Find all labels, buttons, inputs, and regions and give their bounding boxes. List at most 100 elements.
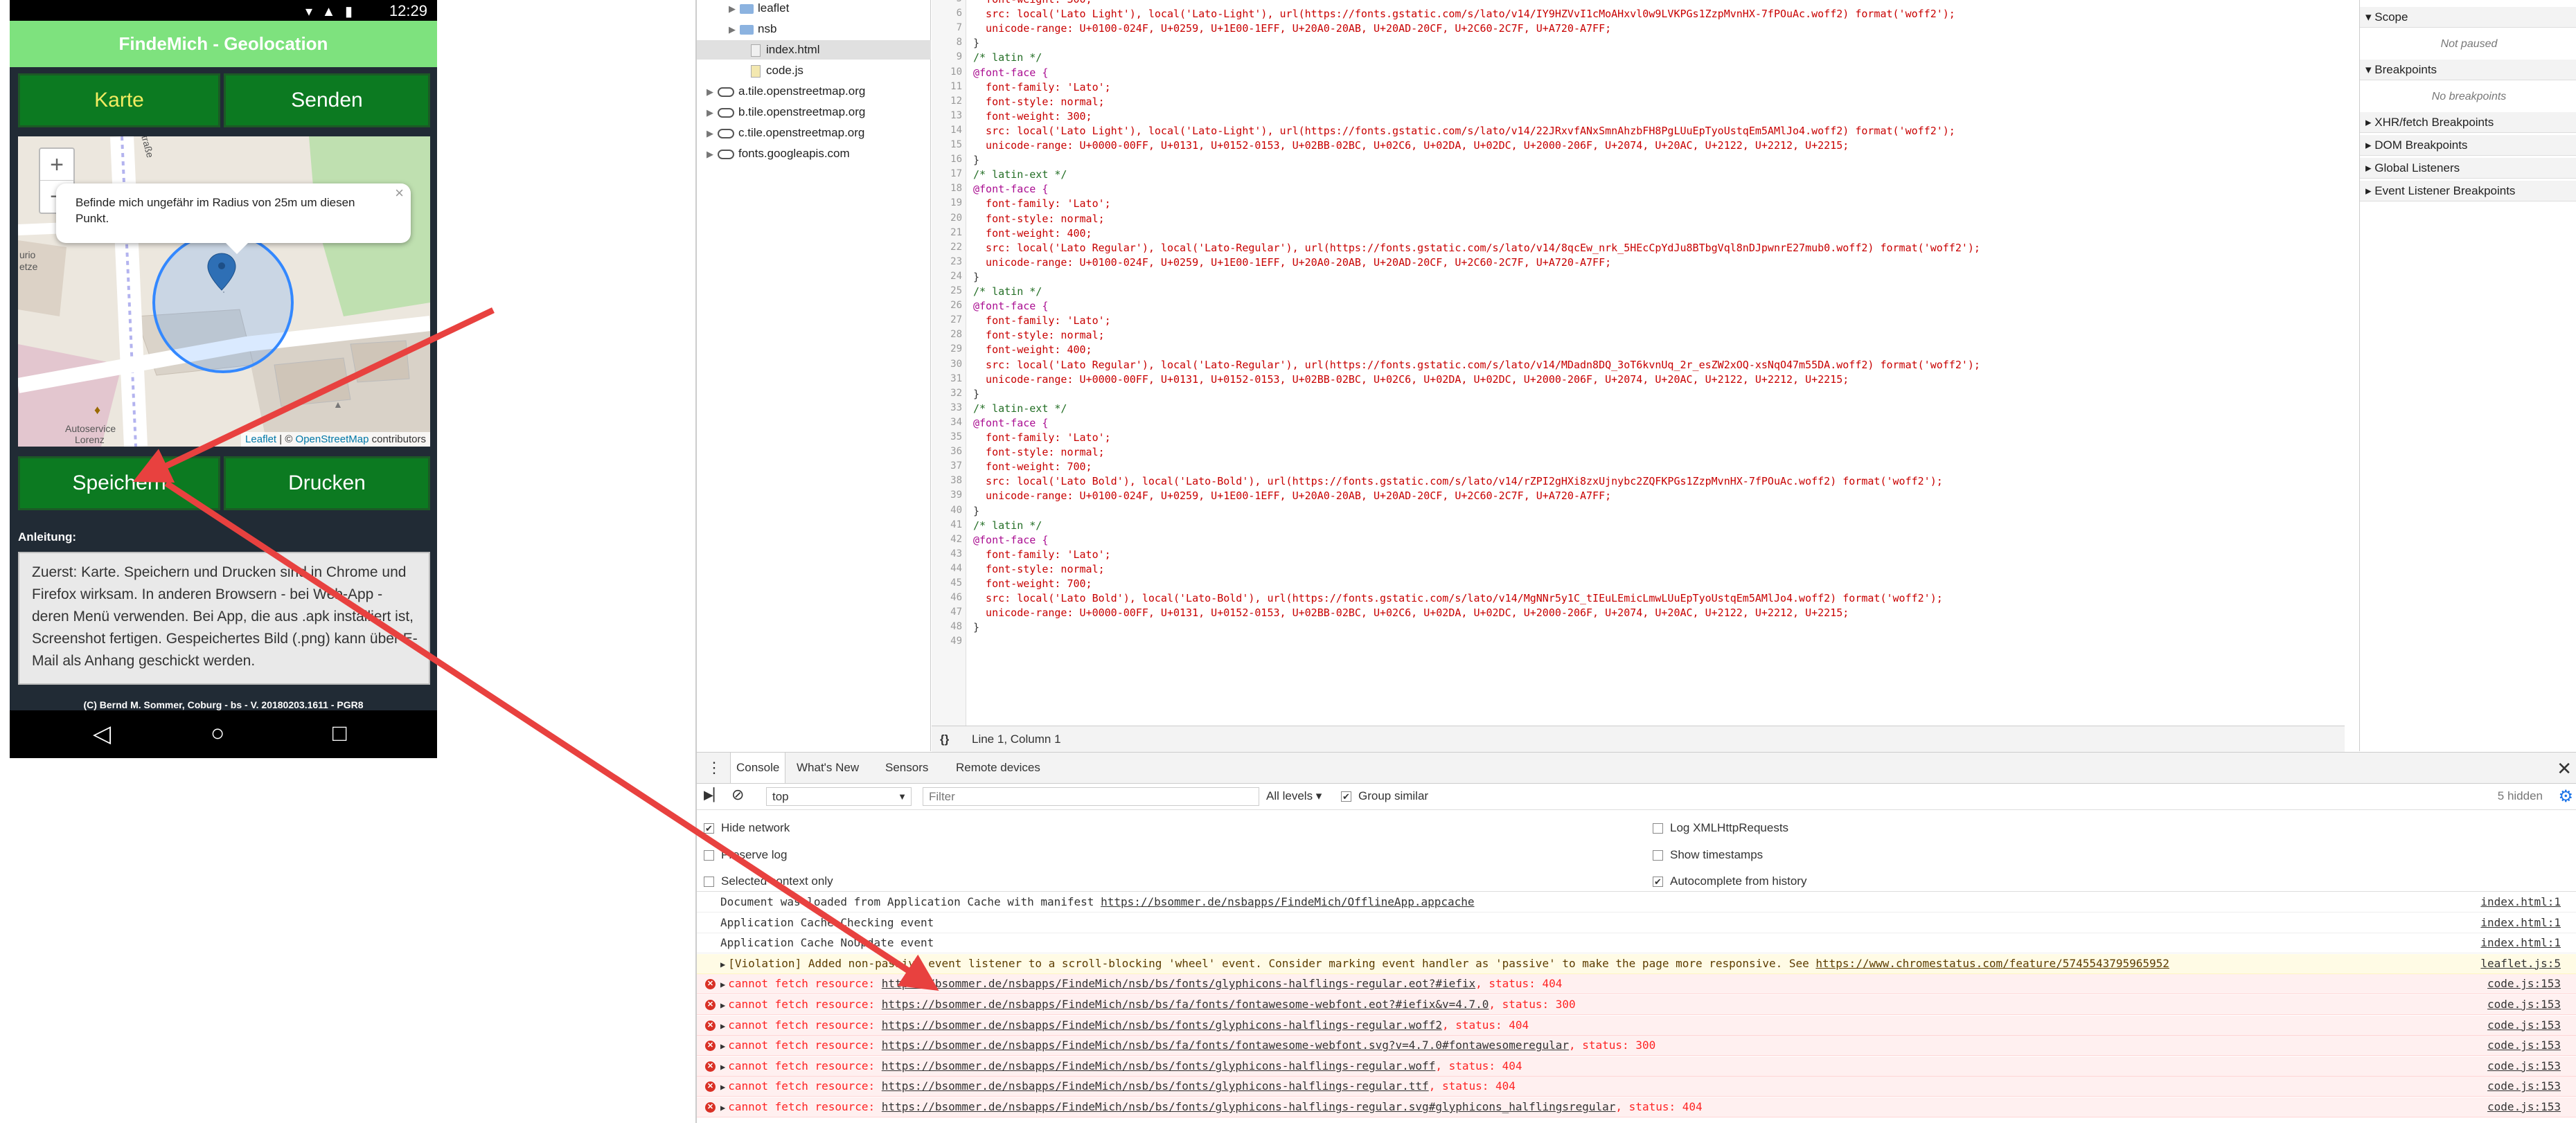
console-message[interactable]: Document was loaded from Application Cac… xyxy=(697,892,2576,913)
nav-back-icon[interactable]: ◁ xyxy=(93,720,111,748)
line-number[interactable]: 23 xyxy=(932,256,962,267)
karte-button[interactable]: Karte xyxy=(18,73,220,127)
line-number[interactable]: 14 xyxy=(932,125,962,136)
scope-header[interactable]: ▾ Scope xyxy=(2360,7,2576,28)
line-number[interactable]: 43 xyxy=(932,548,962,559)
expand-triangle-icon[interactable]: ▶ xyxy=(720,1021,725,1031)
message-source-link[interactable]: code.js:153 xyxy=(2487,1057,2561,1076)
line-number[interactable]: 30 xyxy=(932,359,962,370)
context-select[interactable]: top ▼ xyxy=(766,787,912,806)
map-view[interactable]: ♦ ▲ + − Straße urio etze Autoservice Lor… xyxy=(18,136,430,447)
checkbox-checked-icon[interactable]: ✔ xyxy=(1653,877,1663,888)
console-message[interactable]: ✕ ▶ cannot fetch resource: https://bsommer… xyxy=(697,1097,2576,1117)
expand-triangle-icon[interactable]: ▶ xyxy=(720,1062,725,1072)
line-number[interactable]: 22 xyxy=(932,242,962,253)
console-message[interactable]: ✕ ▶ cannot fetch resource: https://bsommer… xyxy=(697,1015,2576,1036)
checkbox-icon[interactable] xyxy=(1653,850,1663,861)
file-tree-item[interactable]: ▶ a.tile.openstreetmap.org xyxy=(697,82,931,101)
line-number[interactable]: 10 xyxy=(932,66,962,78)
drucken-button[interactable]: Drucken xyxy=(224,456,430,510)
console-message[interactable]: ✕ ▶ cannot fetch resource: https://bsommer… xyxy=(697,1077,2576,1097)
expand-triangle-icon[interactable]: ▶ xyxy=(707,82,718,102)
line-number[interactable]: 24 xyxy=(932,271,962,282)
line-number[interactable]: 49 xyxy=(932,636,962,647)
line-number[interactable]: 34 xyxy=(932,417,962,428)
expand-triangle-icon[interactable]: ▶ xyxy=(720,1041,725,1051)
tab-sensors[interactable]: Sensors xyxy=(880,753,934,783)
message-link[interactable]: https://bsommer.de/nsbapps/FindeMich/nsb… xyxy=(882,977,1475,990)
log-xhr-option[interactable]: Log XMLHttpRequests xyxy=(1653,818,1788,838)
tab-console[interactable]: Console xyxy=(730,753,786,783)
expand-triangle-icon[interactable]: ▶ xyxy=(720,960,725,969)
message-source-link[interactable]: index.html:1 xyxy=(2480,933,2561,953)
file-tree-item[interactable]: ▶ leaflet xyxy=(697,0,931,18)
message-source-link[interactable]: code.js:153 xyxy=(2487,1036,2561,1055)
expand-triangle-icon[interactable]: ▶ xyxy=(729,0,740,19)
sidebar-toggle-icon[interactable]: ▶▏ xyxy=(704,788,723,802)
line-number[interactable]: 33 xyxy=(932,402,962,413)
preserve-log-option[interactable]: Preserve log xyxy=(704,845,787,865)
console-message[interactable]: ✕ ▶ cannot fetch resource: https://bsommer… xyxy=(697,1036,2576,1057)
line-number[interactable]: 9 xyxy=(932,51,962,62)
line-number[interactable]: 27 xyxy=(932,314,962,325)
line-number[interactable]: 36 xyxy=(932,446,962,457)
gear-icon[interactable]: ⚙ xyxy=(2558,787,2573,807)
line-number[interactable]: 44 xyxy=(932,563,962,574)
console-message[interactable]: ✕ ▶ cannot fetch resource: https://bsommer… xyxy=(697,995,2576,1015)
console-message[interactable]: ✕ ▶ cannot fetch resource: https://bsommer… xyxy=(697,1056,2576,1077)
message-link[interactable]: https://bsommer.de/nsbapps/FindeMich/nsb… xyxy=(882,1100,1616,1113)
checkbox-icon[interactable] xyxy=(1653,823,1663,834)
line-number[interactable]: 17 xyxy=(932,168,962,179)
zoom-in-button[interactable]: + xyxy=(40,149,73,181)
line-number[interactable]: 40 xyxy=(932,505,962,516)
tab-whats-new[interactable]: What's New xyxy=(791,753,864,783)
message-link[interactable]: https://bsommer.de/nsbapps/FindeMich/Off… xyxy=(1101,895,1474,908)
event-breakpoints-header[interactable]: ▸ Event Listener Breakpoints xyxy=(2360,181,2576,201)
selected-context-option[interactable]: Selected context only xyxy=(704,872,833,891)
expand-triangle-icon[interactable]: ▶ xyxy=(720,1082,725,1092)
checkbox-icon[interactable] xyxy=(704,877,714,888)
message-source-link[interactable]: code.js:153 xyxy=(2487,995,2561,1014)
message-source-link[interactable]: index.html:1 xyxy=(2480,892,2561,912)
line-number[interactable]: 26 xyxy=(932,300,962,311)
senden-button[interactable]: Senden xyxy=(224,73,430,127)
line-number[interactable]: 46 xyxy=(932,592,962,603)
pretty-print-icon[interactable]: {} xyxy=(940,726,949,753)
line-number[interactable]: 11 xyxy=(932,81,962,92)
message-source-link[interactable]: code.js:153 xyxy=(2487,1097,2561,1117)
message-link[interactable]: https://bsommer.de/nsbapps/FindeMich/nsb… xyxy=(882,1018,1442,1032)
line-number[interactable]: 45 xyxy=(932,577,962,589)
global-listeners-header[interactable]: ▸ Global Listeners xyxy=(2360,158,2576,179)
line-number[interactable]: 12 xyxy=(932,96,962,107)
show-timestamps-option[interactable]: Show timestamps xyxy=(1653,845,1763,865)
line-number[interactable]: 42 xyxy=(932,534,962,545)
line-number[interactable]: 8 xyxy=(932,37,962,48)
checkbox-icon[interactable] xyxy=(704,850,714,861)
line-number[interactable]: 39 xyxy=(932,489,962,501)
expand-triangle-icon[interactable]: ▶ xyxy=(720,1103,725,1113)
line-number[interactable]: 38 xyxy=(932,475,962,486)
message-link[interactable]: https://bsommer.de/nsbapps/FindeMich/nsb… xyxy=(882,1079,1429,1093)
line-number[interactable]: 37 xyxy=(932,460,962,471)
line-number[interactable]: 47 xyxy=(932,607,962,618)
line-number[interactable]: 20 xyxy=(932,213,962,224)
console-message[interactable]: ▶ [Violation] Added non-passive event lis… xyxy=(697,953,2576,974)
line-number[interactable]: 32 xyxy=(932,388,962,399)
file-tree-item[interactable]: ▶ fonts.googleapis.com xyxy=(697,144,931,163)
tab-remote-devices[interactable]: Remote devices xyxy=(950,753,1046,783)
xhr-breakpoints-header[interactable]: ▸ XHR/fetch Breakpoints xyxy=(2360,112,2576,133)
expand-triangle-icon[interactable]: ▶ xyxy=(707,103,718,123)
line-number[interactable]: 6 xyxy=(932,8,962,19)
line-number[interactable]: 25 xyxy=(932,285,962,296)
autocomplete-option[interactable]: ✔ Autocomplete from history xyxy=(1653,872,1806,891)
expand-triangle-icon[interactable]: ▶ xyxy=(729,20,740,39)
line-number[interactable]: 21 xyxy=(932,227,962,238)
filter-input[interactable] xyxy=(923,787,1259,806)
console-message[interactable]: ✕ ▶ cannot fetch resource: https://bsommer… xyxy=(697,974,2576,995)
nav-home-icon[interactable]: ○ xyxy=(211,720,225,747)
checkbox-checked-icon[interactable]: ✔ xyxy=(704,823,714,834)
dom-breakpoints-header[interactable]: ▸ DOM Breakpoints xyxy=(2360,135,2576,156)
line-number[interactable]: 18 xyxy=(932,183,962,194)
line-number[interactable]: 28 xyxy=(932,329,962,340)
expand-triangle-icon[interactable]: ▶ xyxy=(720,1000,725,1010)
